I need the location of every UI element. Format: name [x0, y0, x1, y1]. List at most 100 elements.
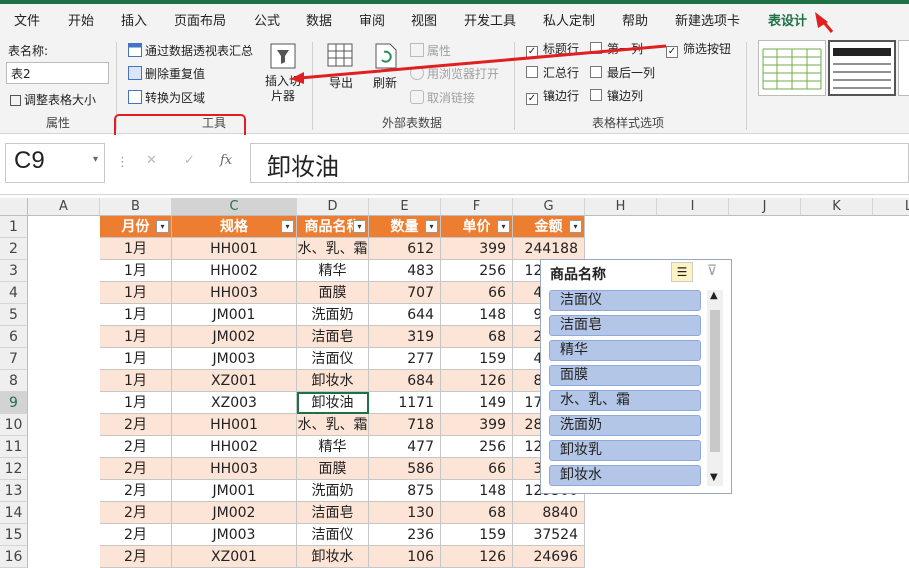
filter-dropdown-icon[interactable]: ▾ — [281, 220, 294, 233]
table-cell[interactable]: HH001 — [172, 414, 297, 436]
row-header[interactable]: 2 — [0, 238, 28, 260]
table-cell[interactable]: 244188 — [513, 238, 585, 260]
column-header[interactable]: L — [873, 198, 909, 216]
table-cell[interactable]: 卸妆水 — [297, 370, 369, 392]
formula-input[interactable]: 卸妆油 — [250, 143, 909, 183]
tab-data[interactable]: 数据 — [306, 10, 332, 29]
table-cell[interactable]: 精华 — [297, 260, 369, 282]
column-header[interactable]: H — [585, 198, 657, 216]
table-cell[interactable]: 卸妆水 — [297, 546, 369, 568]
row-header[interactable]: 3 — [0, 260, 28, 282]
column-header[interactable]: D — [297, 198, 369, 216]
column-header[interactable]: J — [729, 198, 801, 216]
table-cell[interactable]: 126 — [441, 546, 513, 568]
insert-function-icon[interactable]: fx — [220, 153, 232, 168]
table-cell[interactable]: 洁面仪 — [297, 348, 369, 370]
table-cell[interactable]: 精华 — [297, 436, 369, 458]
scroll-thumb[interactable] — [710, 310, 720, 452]
column-header[interactable]: I — [657, 198, 729, 216]
chevron-down-icon[interactable]: ▼ — [710, 472, 718, 483]
clear-filter-icon[interactable]: ⊽ — [701, 262, 723, 282]
filter-dropdown-icon[interactable]: ▾ — [425, 220, 438, 233]
table-cell[interactable]: XZ001 — [172, 546, 297, 568]
table-cell[interactable]: 130 — [369, 502, 441, 524]
table-cell[interactable]: 159 — [441, 524, 513, 546]
table-cell[interactable]: 256 — [441, 260, 513, 282]
table-header-cell[interactable]: 金额 ▾ — [513, 216, 585, 238]
table-cell[interactable]: XZ003 — [172, 392, 297, 414]
table-cell[interactable]: 68 — [441, 326, 513, 348]
table-cell[interactable]: 2月 — [100, 414, 172, 436]
table-header-cell[interactable]: 规格 ▾ — [172, 216, 297, 238]
table-cell[interactable]: 洗面奶 — [297, 304, 369, 326]
table-cell[interactable]: HH002 — [172, 436, 297, 458]
column-header[interactable]: F — [441, 198, 513, 216]
table-cell[interactable]: 1月 — [100, 238, 172, 260]
tab-new[interactable]: 新建选项卡 — [675, 10, 740, 29]
slicer-item[interactable]: 洗面奶 — [549, 415, 701, 436]
tab-review[interactable]: 审阅 — [359, 10, 385, 29]
table-cell[interactable]: 707 — [369, 282, 441, 304]
table-cell[interactable]: 399 — [441, 414, 513, 436]
table-cell[interactable]: 148 — [441, 480, 513, 502]
table-cell[interactable]: 1月 — [100, 326, 172, 348]
table-cell[interactable]: 洁面皂 — [297, 326, 369, 348]
name-box[interactable]: C9 ▾ — [5, 143, 105, 183]
row-header[interactable]: 13 — [0, 480, 28, 502]
table-cell[interactable]: 洁面仪 — [297, 524, 369, 546]
column-header[interactable]: A — [28, 198, 100, 216]
column-header[interactable]: G — [513, 198, 585, 216]
table-cell[interactable]: 66 — [441, 282, 513, 304]
row-header[interactable]: 9 — [0, 392, 28, 414]
table-cell[interactable]: 277 — [369, 348, 441, 370]
table-cell[interactable]: 236 — [369, 524, 441, 546]
table-cell[interactable]: 684 — [369, 370, 441, 392]
table-cell[interactable]: 106 — [369, 546, 441, 568]
table-cell[interactable]: 卸妆油 — [297, 392, 369, 414]
slicer-item[interactable]: 洁面皂 — [549, 315, 701, 336]
table-cell[interactable]: 875 — [369, 480, 441, 502]
table-cell[interactable]: JM003 — [172, 524, 297, 546]
table-cell[interactable]: HH003 — [172, 458, 297, 480]
table-header-cell[interactable]: 单价 ▾ — [441, 216, 513, 238]
row-header[interactable]: 5 — [0, 304, 28, 326]
table-cell[interactable]: 8840 — [513, 502, 585, 524]
table-cell[interactable]: 37524 — [513, 524, 585, 546]
table-cell[interactable]: 148 — [441, 304, 513, 326]
filter-dropdown-icon[interactable]: ▾ — [353, 220, 366, 233]
table-cell[interactable]: HH003 — [172, 282, 297, 304]
table-cell[interactable]: 159 — [441, 348, 513, 370]
table-cell[interactable]: 水、乳、霜 — [297, 414, 369, 436]
table-cell[interactable]: 水、乳、霜 — [297, 238, 369, 260]
table-cell[interactable]: 2月 — [100, 524, 172, 546]
column-header[interactable]: K — [801, 198, 873, 216]
tab-file[interactable]: 文件 — [14, 10, 40, 29]
table-cell[interactable]: 洗面奶 — [297, 480, 369, 502]
slicer-item[interactable]: 精华 — [549, 340, 701, 361]
enter-icon[interactable]: ✓ — [184, 153, 195, 168]
cancel-icon[interactable]: ✕ — [146, 153, 157, 168]
slicer-item[interactable]: 水、乳、霜 — [549, 390, 701, 411]
table-cell[interactable]: 319 — [369, 326, 441, 348]
filter-dropdown-icon[interactable]: ▾ — [156, 220, 169, 233]
row-header[interactable]: 8 — [0, 370, 28, 392]
table-cell[interactable]: HH001 — [172, 238, 297, 260]
table-cell[interactable]: 718 — [369, 414, 441, 436]
filter-dropdown-icon[interactable]: ▾ — [497, 220, 510, 233]
table-cell[interactable]: 2月 — [100, 480, 172, 502]
table-cell[interactable]: 399 — [441, 238, 513, 260]
select-all-corner[interactable] — [0, 198, 28, 216]
table-cell[interactable]: 66 — [441, 458, 513, 480]
table-cell[interactable]: 68 — [441, 502, 513, 524]
slicer-scrollbar[interactable]: ▲ ▼ — [707, 290, 723, 486]
chevron-up-icon[interactable]: ▲ — [710, 290, 718, 301]
table-cell[interactable]: 612 — [369, 238, 441, 260]
row-header[interactable]: 11 — [0, 436, 28, 458]
table-cell[interactable]: JM002 — [172, 502, 297, 524]
tab-help[interactable]: 帮助 — [622, 10, 648, 29]
table-cell[interactable]: JM002 — [172, 326, 297, 348]
table-cell[interactable]: 477 — [369, 436, 441, 458]
slicer-item[interactable]: 面膜 — [549, 365, 701, 386]
tab-custom[interactable]: 私人定制 — [543, 10, 595, 29]
table-cell[interactable]: XZ001 — [172, 370, 297, 392]
